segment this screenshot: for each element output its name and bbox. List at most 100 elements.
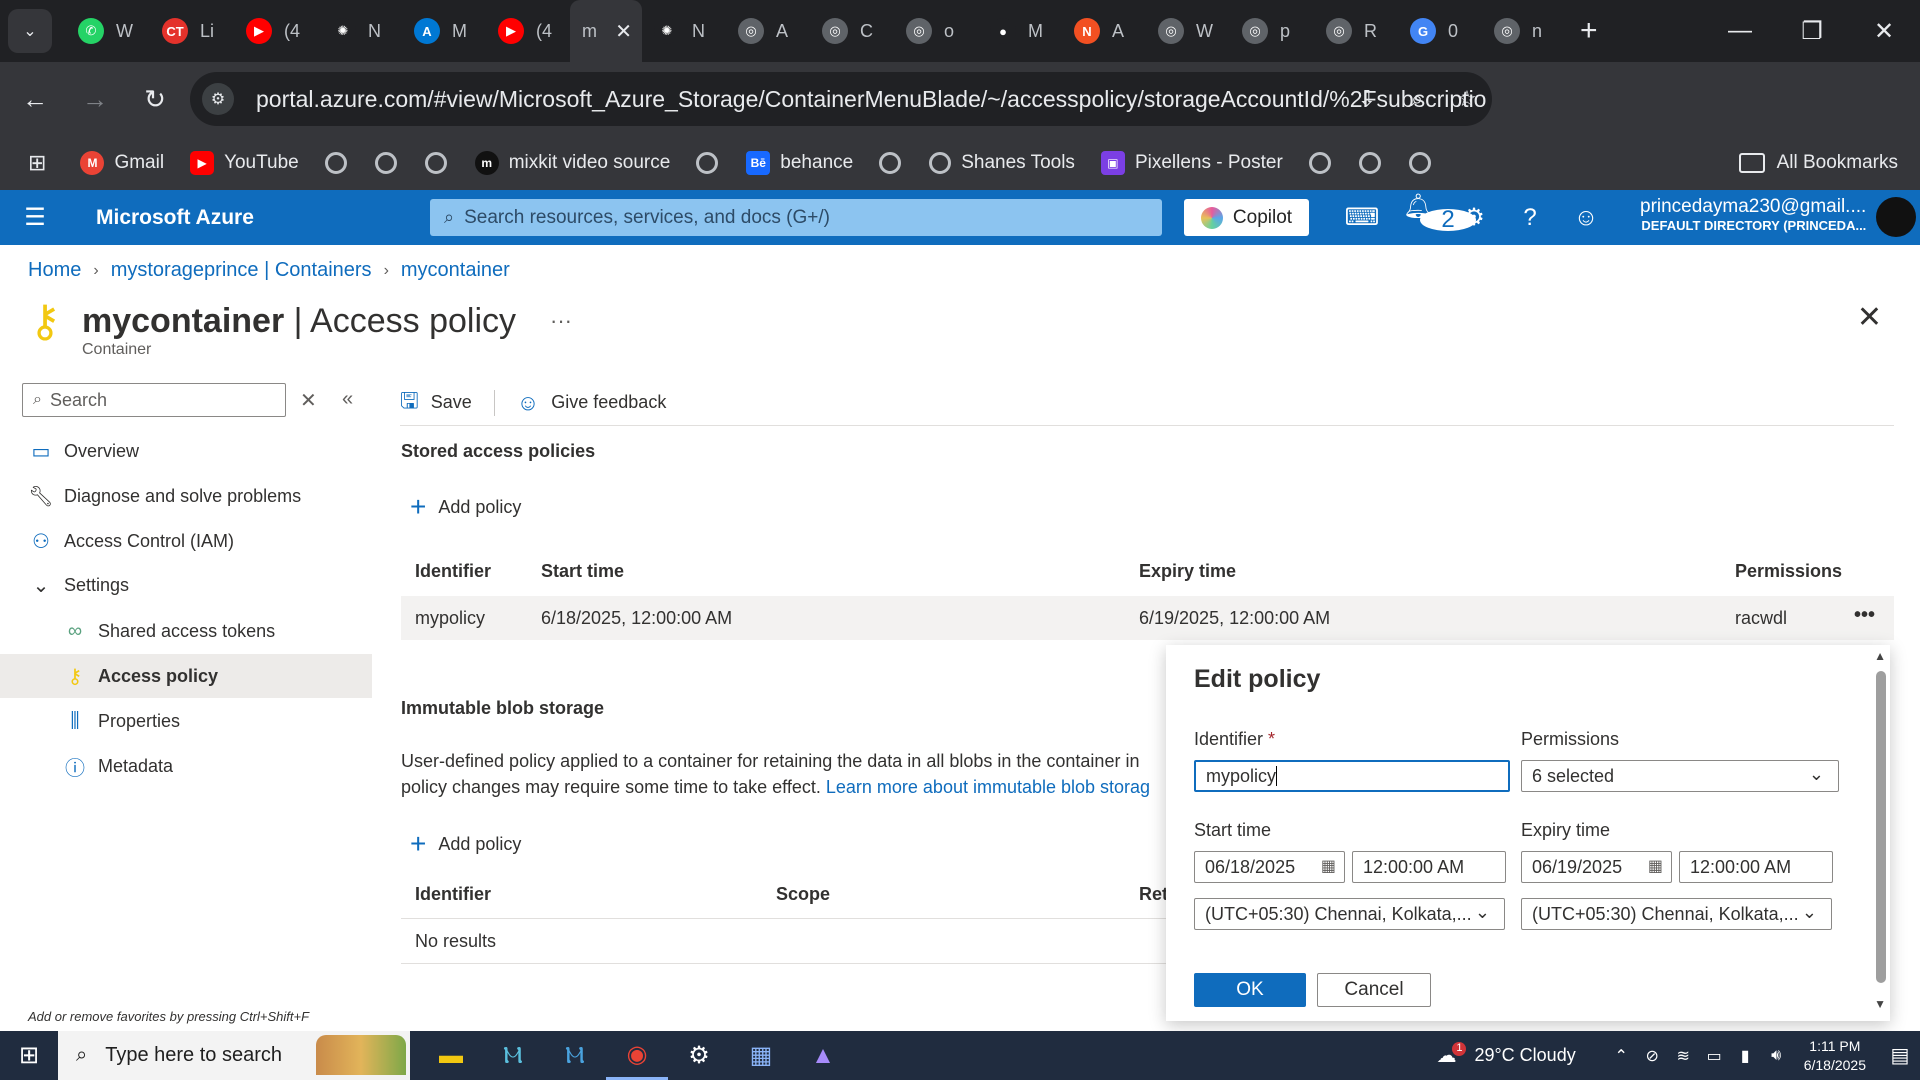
site-info-icon[interactable]: ⚙ (202, 83, 234, 115)
nav-item-diagnose[interactable]: 🔧︎ Diagnose and solve problems (0, 474, 372, 518)
identifier-input[interactable]: mypolicy (1194, 760, 1510, 792)
user-avatar[interactable] (1876, 197, 1916, 237)
app-grid-icon[interactable]: ▦ (730, 1031, 792, 1080)
all-bookmarks[interactable]: All Bookmarks (1738, 152, 1898, 174)
clock[interactable]: 1:11 PM 6/18/2025 (1804, 1037, 1866, 1075)
app-m-icon[interactable]: Ⲙ (544, 1031, 606, 1080)
zoom-icon[interactable]: ⌕ (1392, 86, 1442, 112)
wifi-icon[interactable]: ≋ (1668, 1046, 1699, 1066)
browser-tab[interactable]: ◎ R (1314, 0, 1398, 62)
browser-tab[interactable]: G0 (1398, 0, 1482, 62)
panel-scrollbar[interactable] (1876, 671, 1886, 983)
row-more-button[interactable]: ••• (1854, 604, 1875, 627)
bookmark-gmail[interactable]: M Gmail (80, 151, 164, 175)
battery-icon[interactable]: ▮ (1730, 1046, 1761, 1066)
browser-tab[interactable]: ● M (978, 0, 1062, 62)
browser-tab[interactable]: m ✕ (570, 0, 642, 62)
bookmark-shanes-tools[interactable]: Shanes Tools (929, 152, 1075, 174)
security-icon[interactable]: ⊘ (1637, 1046, 1668, 1066)
globe-icon[interactable] (424, 152, 447, 174)
more-options-icon[interactable]: ··· (550, 308, 572, 334)
display-icon[interactable]: ▭ (1699, 1046, 1730, 1066)
apps-grid-icon[interactable]: ⊞ (28, 150, 46, 176)
browser-tab[interactable]: ▶ (4 (486, 0, 570, 62)
close-window-icon[interactable]: ✕ (1848, 0, 1920, 62)
volume-icon[interactable]: 🔊︎ (1761, 1047, 1792, 1065)
browser-tab[interactable]: ◎ W (1146, 0, 1230, 62)
breadcrumb-containers[interactable]: mystorageprince | Containers (111, 259, 372, 282)
add-stored-policy-button[interactable]: + Add policy (410, 491, 521, 523)
weather-widget[interactable]: ☁ 1 29°C Cloudy (1436, 1041, 1576, 1068)
expiry-time-input[interactable]: 12:00:00 AM (1679, 851, 1833, 883)
browser-tab[interactable]: ◎ p (1230, 0, 1314, 62)
settings-icon[interactable]: ⚙ (668, 1031, 730, 1080)
globe-icon[interactable] (1358, 152, 1381, 174)
bookmark-mixkit[interactable]: m mixkit video source (474, 151, 670, 175)
globe-icon[interactable] (696, 152, 719, 174)
ok-button[interactable]: OK (1194, 973, 1306, 1007)
app-mountain-icon[interactable]: ▲ (792, 1031, 854, 1080)
file-explorer-icon[interactable]: ▬ (420, 1031, 482, 1080)
nav-item-access-policy[interactable]: ⚷ Access policy (0, 654, 372, 698)
learn-more-link[interactable]: Learn more about immutable blob storag (826, 777, 1150, 797)
browser-tab[interactable]: AM (402, 0, 486, 62)
azure-search-input[interactable]: ⌕ Search resources, services, and docs (… (430, 199, 1162, 236)
close-tab-icon[interactable]: ✕ (615, 19, 632, 44)
account-menu[interactable]: princedayma230@gmail.... DEFAULT DIRECTO… (1640, 196, 1866, 233)
url-text[interactable]: portal.azure.com/#view/Microsoft_Azure_S… (256, 86, 1486, 113)
restore-icon[interactable]: ❐ (1776, 0, 1848, 62)
help-icon[interactable]: ? (1502, 204, 1558, 232)
app-m-icon[interactable]: Ⲙ (482, 1031, 544, 1080)
scroll-down-icon[interactable]: ▼ (1874, 997, 1886, 1011)
chrome-icon[interactable]: ◉ (606, 1031, 668, 1080)
browser-tab[interactable]: NA (1062, 0, 1146, 62)
expiry-date-input[interactable]: 06/19/2025 ▦ (1521, 851, 1672, 883)
nav-search-input[interactable]: ⌕ Search (22, 383, 286, 417)
add-immutable-policy-button[interactable]: + Add policy (410, 828, 521, 860)
collapse-nav-icon[interactable]: « (342, 388, 353, 411)
bookmark-pixellens[interactable]: ▣ Pixellens - Poster (1100, 151, 1283, 175)
browser-tab[interactable]: ✺ N (318, 0, 402, 62)
globe-icon[interactable] (374, 152, 397, 174)
cloud-shell-icon[interactable]: ⌨ (1334, 203, 1390, 232)
tab-search-button[interactable]: ⌄ (8, 9, 52, 53)
azure-brand[interactable]: Microsoft Azure (96, 206, 254, 230)
nav-item-properties[interactable]: ⫼ Properties (0, 699, 372, 743)
forward-button[interactable]: → (70, 74, 120, 124)
scroll-up-icon[interactable]: ▲ (1874, 649, 1886, 663)
feedback-icon[interactable]: ☺ (1558, 204, 1614, 232)
save-button[interactable]: 🖫︎ Save (400, 384, 472, 422)
chevron-up-icon[interactable]: ⌃ (1606, 1046, 1637, 1066)
globe-icon[interactable] (324, 152, 347, 174)
notifications-icon[interactable]: 🔔︎ 2 (1390, 192, 1476, 243)
browser-tab[interactable]: ✺ N (642, 0, 726, 62)
browser-tab[interactable]: ✆ W (66, 0, 150, 62)
notification-center-icon[interactable]: ▤ (1880, 1043, 1920, 1068)
nav-item-metadata[interactable]: ⓘ Metadata (0, 744, 372, 788)
breadcrumb-mycontainer[interactable]: mycontainer (401, 259, 510, 282)
globe-icon[interactable] (879, 152, 902, 174)
nav-item-iam[interactable]: ⚇ Access Control (IAM) (0, 519, 372, 563)
reload-button[interactable]: ↻ (130, 74, 180, 124)
start-timezone-dropdown[interactable]: (UTC+05:30) Chennai, Kolkata,... ⌄ (1194, 898, 1505, 930)
hamburger-menu-icon[interactable]: ☰ (0, 203, 70, 232)
new-tab-button[interactable]: + (1580, 14, 1598, 48)
back-button[interactable]: ← (10, 74, 60, 124)
browser-tab[interactable]: ◎ o (894, 0, 978, 62)
give-feedback-button[interactable]: ☺ Give feedback (517, 390, 667, 416)
nav-item-overview[interactable]: ▭ Overview (0, 429, 372, 473)
windows-start-icon[interactable]: ⊞ (0, 1041, 58, 1070)
address-bar[interactable]: ⚙ portal.azure.com/#view/Microsoft_Azure… (190, 72, 1492, 126)
nav-group-settings[interactable]: ⌄ Settings (0, 563, 372, 607)
taskbar-search-input[interactable]: ⌕ Type here to search (58, 1031, 410, 1080)
settings-gear-icon[interactable]: ⚙ (1446, 203, 1502, 232)
calendar-icon[interactable]: ▦ (1321, 856, 1336, 876)
calendar-icon[interactable]: ▦ (1648, 856, 1663, 876)
browser-tab[interactable]: ▶ (4 (234, 0, 318, 62)
install-app-icon[interactable]: ⇩ (1342, 86, 1392, 112)
start-date-input[interactable]: 06/18/2025 ▦ (1194, 851, 1345, 883)
bookmark-behance[interactable]: Bē behance (746, 151, 853, 175)
browser-tab[interactable]: CT Li (150, 0, 234, 62)
bookmark-youtube[interactable]: ▶ YouTube (190, 151, 299, 175)
copilot-button[interactable]: Copilot (1184, 199, 1309, 236)
